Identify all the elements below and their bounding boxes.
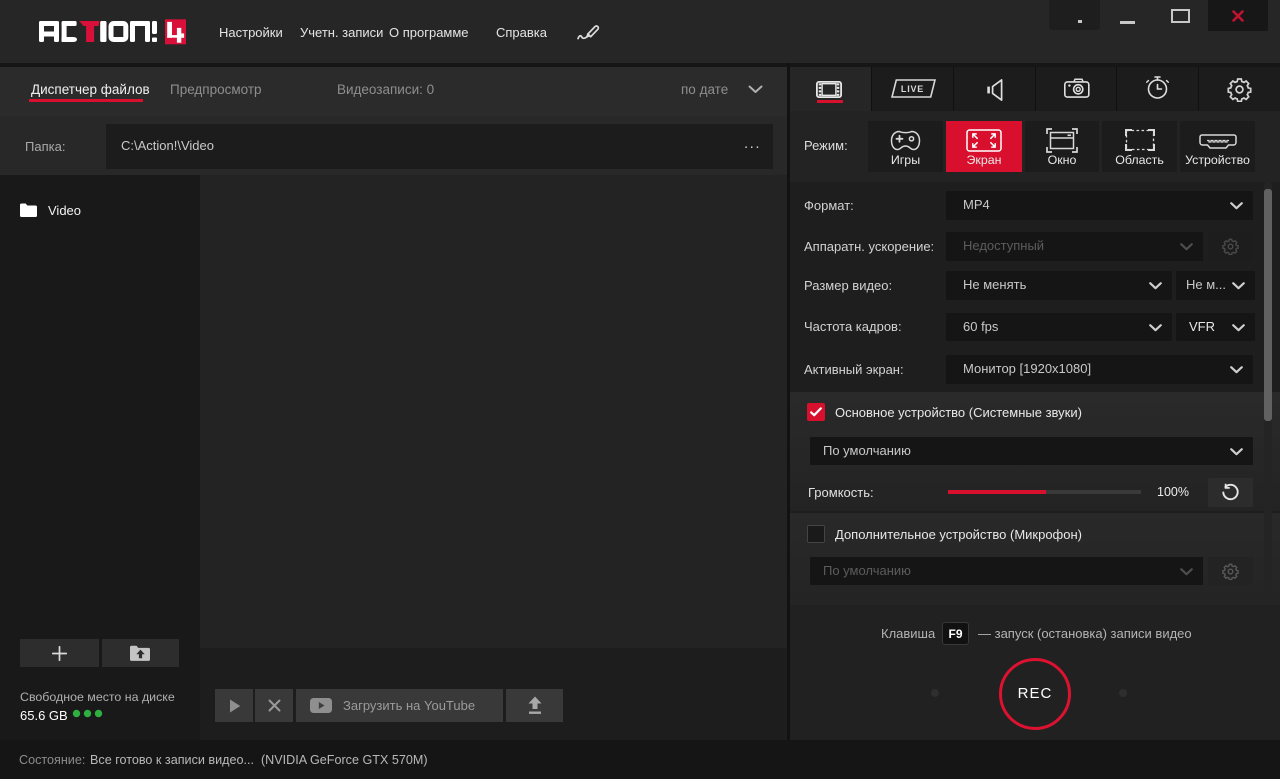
svg-text:LIVE: LIVE: [901, 84, 924, 94]
